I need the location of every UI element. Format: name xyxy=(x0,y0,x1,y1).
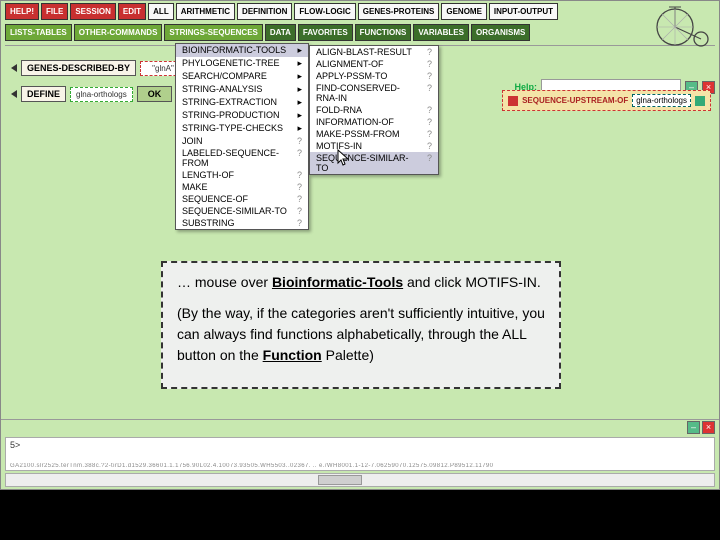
mi-alignment-of[interactable]: ALIGNMENT-OF? xyxy=(310,58,438,70)
flow-logic-button[interactable]: FLOW-LOGIC xyxy=(294,3,355,20)
console-controls: – × xyxy=(1,419,719,435)
mi-phylogenetic-tree[interactable]: PHYLOGENETIC-TREE▸ xyxy=(176,57,308,70)
collapse-arrow-icon[interactable] xyxy=(11,90,17,98)
mi-string-extraction[interactable]: STRING-EXTRACTION▸ xyxy=(176,96,308,109)
scrollbar-thumb[interactable] xyxy=(318,475,362,485)
mi-string-analysis[interactable]: STRING-ANALYSIS▸ xyxy=(176,83,308,96)
mi-information-of[interactable]: INFORMATION-OF? xyxy=(310,116,438,128)
genes-proteins-button[interactable]: GENES-PROTEINS xyxy=(358,3,440,20)
mi-align-blast-result[interactable]: ALIGN-BLAST-RESULT? xyxy=(310,46,438,58)
variables-button[interactable]: VARIABLES xyxy=(413,24,469,41)
edit-button[interactable]: EDIT xyxy=(118,3,146,20)
arithmetic-button[interactable]: ARITHMETIC xyxy=(176,3,235,20)
app-window: HELP! FILE SESSION EDIT ALL ARITHMETIC D… xyxy=(0,0,720,490)
mi-labeled-sequence-from[interactable]: LABELED-SEQUENCE-FROM? xyxy=(176,147,308,169)
mi-search-compare[interactable]: SEARCH/COMPARE▸ xyxy=(176,70,308,83)
green-box-icon xyxy=(695,96,705,106)
callout-p1: … mouse over Bioinformatic-Tools and cli… xyxy=(177,273,545,294)
palette-row-2: LISTS-TABLES OTHER-COMMANDS STRINGS-SEQU… xyxy=(1,22,719,43)
red-box-icon xyxy=(508,96,518,106)
define-chip[interactable]: DEFINE xyxy=(21,86,66,102)
functions-button[interactable]: FUNCTIONS xyxy=(355,24,412,41)
console-pane[interactable]: 5> GA2100.slr2525.terTnm.388c.?2-tirD1.d… xyxy=(5,437,715,471)
console-minimize-icon[interactable]: – xyxy=(687,421,700,434)
orthologs-var[interactable]: glna-orthologs xyxy=(70,87,133,102)
all-button[interactable]: ALL xyxy=(148,3,174,20)
mi-sequence-of[interactable]: SEQUENCE-OF? xyxy=(176,193,308,205)
mi-string-production[interactable]: STRING-PRODUCTION▸ xyxy=(176,109,308,122)
mi-sequence-similar-to-2[interactable]: SEQUENCE-SIMILAR-TO? xyxy=(310,152,438,174)
data-button[interactable]: DATA xyxy=(265,24,296,41)
mouse-cursor-icon xyxy=(337,149,351,167)
console-prompt: 5> xyxy=(6,438,714,452)
mi-join[interactable]: JOIN? xyxy=(176,135,308,147)
favorites-button[interactable]: FAVORITES xyxy=(298,24,353,41)
mi-string-type-checks[interactable]: STRING-TYPE-CHECKS▸ xyxy=(176,122,308,135)
bottom-area: – × 5> GA2100.slr2525.terTnm.388c.?2-tir… xyxy=(1,419,719,489)
callout-p2: (By the way, if the categories aren't su… xyxy=(177,304,545,367)
session-button[interactable]: SESSION xyxy=(70,3,116,20)
console-close-icon[interactable]: × xyxy=(702,421,715,434)
file-button[interactable]: FILE xyxy=(41,3,68,20)
input-output-button[interactable]: INPUT-OUTPUT xyxy=(489,3,558,20)
genes-described-by-chip[interactable]: GENES-DESCRIBED-BY xyxy=(21,60,136,76)
mi-make[interactable]: MAKE? xyxy=(176,181,308,193)
ok-button[interactable]: OK xyxy=(137,86,173,102)
definition-button[interactable]: DEFINITION xyxy=(237,3,292,20)
organisms-button[interactable]: ORGANISMS xyxy=(471,24,530,41)
mi-motifs-in[interactable]: MOTIFS-IN? xyxy=(310,140,438,152)
mi-substring[interactable]: SUBSTRING? xyxy=(176,217,308,229)
seq-upstream-label: SEQUENCE-UPSTREAM-OF xyxy=(522,96,628,105)
genome-button[interactable]: GENOME xyxy=(441,3,487,20)
strings-sequences-menu: BIOINFORMATIC-TOOLS▸ PHYLOGENETIC-TREE▸ … xyxy=(175,43,309,230)
mi-sequence-similar-to[interactable]: SEQUENCE-SIMILAR-TO? xyxy=(176,205,308,217)
collapse-arrow-icon[interactable] xyxy=(11,64,17,72)
mi-apply-pssm-to[interactable]: APPLY-PSSM-TO? xyxy=(310,70,438,82)
mi-find-conserved-rna-in[interactable]: FIND-CONSERVED-RNA-IN? xyxy=(310,82,438,104)
mi-bioinformatic-tools[interactable]: BIOINFORMATIC-TOOLS▸ xyxy=(176,44,308,57)
help-button[interactable]: HELP! xyxy=(5,3,39,20)
lists-tables-button[interactable]: LISTS-TABLES xyxy=(5,24,72,41)
other-commands-button[interactable]: OTHER-COMMANDS xyxy=(74,24,163,41)
penny-farthing-logo xyxy=(653,3,713,47)
seq-upstream-value: glna-orthologs xyxy=(632,94,691,107)
console-trace: GA2100.slr2525.terTnm.388c.?2-tirD1.d152… xyxy=(10,463,690,469)
mi-fold-rna[interactable]: FOLD-RNA? xyxy=(310,104,438,116)
bioinformatic-tools-submenu: ALIGN-BLAST-RESULT? ALIGNMENT-OF? APPLY-… xyxy=(309,45,439,175)
strings-sequences-button[interactable]: STRINGS-SEQUENCES xyxy=(164,24,262,41)
mi-make-pssm-from[interactable]: MAKE-PSSM-FROM? xyxy=(310,128,438,140)
instruction-callout: … mouse over Bioinformatic-Tools and cli… xyxy=(161,261,561,389)
sequence-upstream-chip[interactable]: SEQUENCE-UPSTREAM-OF glna-orthologs xyxy=(502,90,711,111)
palette-row-1: HELP! FILE SESSION EDIT ALL ARITHMETIC D… xyxy=(1,1,719,22)
horizontal-scrollbar[interactable] xyxy=(5,473,715,487)
mi-length-of[interactable]: LENGTH-OF? xyxy=(176,169,308,181)
